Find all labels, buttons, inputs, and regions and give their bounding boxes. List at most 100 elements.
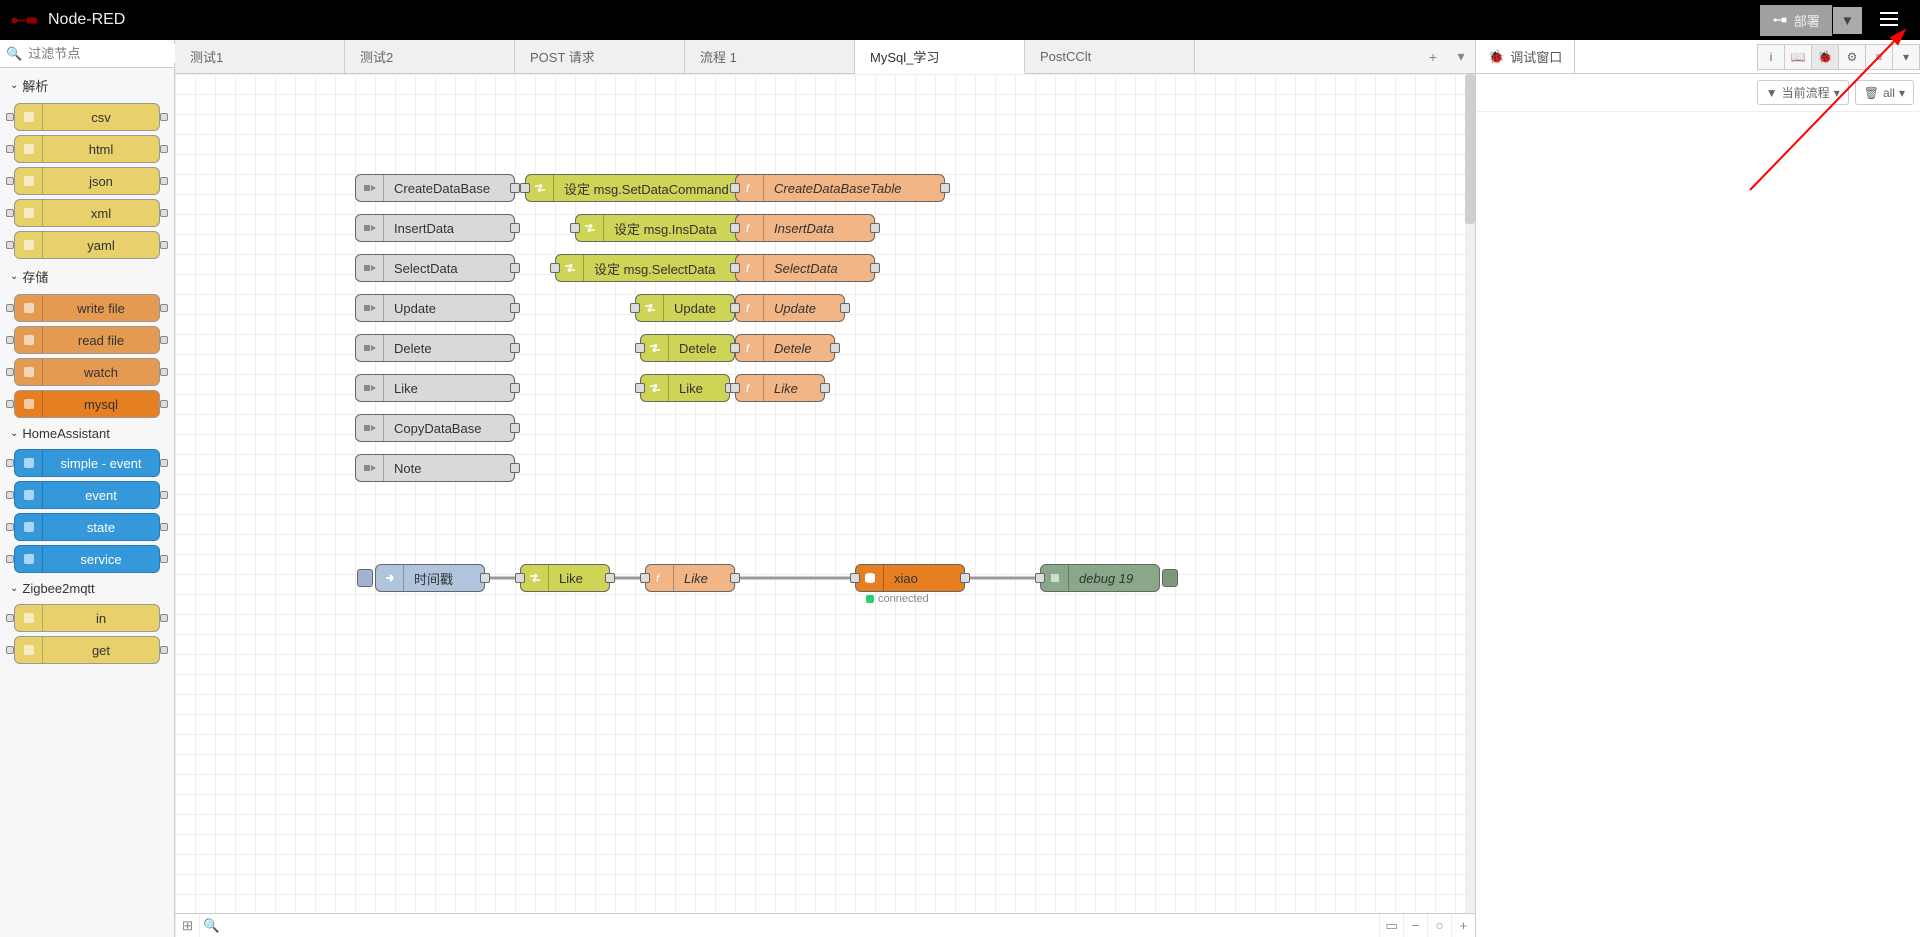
node-port-in[interactable]	[730, 223, 740, 233]
inject-button[interactable]	[357, 569, 373, 587]
main-menu-button[interactable]	[1868, 6, 1910, 35]
palette-node[interactable]: html	[14, 135, 160, 163]
node-port-in[interactable]	[730, 303, 740, 313]
change-node[interactable]: Update	[635, 294, 735, 322]
footer-nav-button[interactable]: ⊞	[175, 914, 199, 937]
change-node[interactable]: 设定 msg.SelectData	[555, 254, 755, 282]
sidebar-tab-debug[interactable]: 🐞 调试窗口	[1476, 40, 1575, 73]
zoom-out-button[interactable]: −	[1403, 914, 1427, 937]
palette-category-header[interactable]: Zigbee2mqtt	[0, 575, 174, 602]
palette-node[interactable]: in	[14, 604, 160, 632]
zoom-in-button[interactable]: +	[1451, 914, 1475, 937]
palette-category-header[interactable]: 解析	[0, 70, 174, 101]
palette-category-header[interactable]: HomeAssistant	[0, 420, 174, 447]
flow-tab[interactable]: 流程 1	[685, 40, 855, 73]
function-node[interactable]: fUpdate	[735, 294, 845, 322]
sidebar-context-button[interactable]: ≡	[1865, 44, 1893, 70]
node-port-out[interactable]	[870, 223, 880, 233]
function-node[interactable]: fDetele	[735, 334, 835, 362]
node-port-out[interactable]	[830, 343, 840, 353]
node-port-out[interactable]	[605, 573, 615, 583]
change-node[interactable]: Like	[640, 374, 730, 402]
node-port-in[interactable]	[550, 263, 560, 273]
debug-filter-button[interactable]: ▼ 当前流程 ▾	[1757, 80, 1849, 105]
node-port-out[interactable]	[510, 183, 520, 193]
palette-node[interactable]: service	[14, 545, 160, 573]
palette-node[interactable]: read file	[14, 326, 160, 354]
sidebar-dropdown-button[interactable]: ▾	[1892, 44, 1920, 70]
node-port-out[interactable]	[940, 183, 950, 193]
inject-node[interactable]: Like	[355, 374, 515, 402]
mysql-node[interactable]: xiaoconnected	[855, 564, 965, 592]
tab-menu-button[interactable]: ▾	[1447, 43, 1475, 71]
change-node[interactable]: Detele	[640, 334, 735, 362]
palette-node[interactable]: xml	[14, 199, 160, 227]
node-port-in[interactable]	[640, 573, 650, 583]
node-port-in[interactable]	[515, 573, 525, 583]
flow-canvas[interactable]: CreateDataBase InsertData SelectData Update…	[175, 74, 1475, 913]
palette-node[interactable]: csv	[14, 103, 160, 131]
function-node[interactable]: fSelectData	[735, 254, 875, 282]
footer-view-button[interactable]: ▭	[1379, 914, 1403, 937]
palette-node[interactable]: watch	[14, 358, 160, 386]
node-port-out[interactable]	[510, 223, 520, 233]
node-port-out[interactable]	[510, 343, 520, 353]
sidebar-info-button[interactable]: i	[1757, 44, 1785, 70]
sidebar-config-button[interactable]: ⚙	[1838, 44, 1866, 70]
palette-node[interactable]: state	[14, 513, 160, 541]
flow-tab[interactable]: POST 请求	[515, 40, 685, 73]
node-port-in[interactable]	[730, 383, 740, 393]
change-node[interactable]: 设定 msg.InsData	[575, 214, 755, 242]
node-port-out[interactable]	[820, 383, 830, 393]
inject-node[interactable]: Update	[355, 294, 515, 322]
palette-node[interactable]: get	[14, 636, 160, 664]
inject-node[interactable]: 时间戳	[375, 564, 485, 592]
footer-search-button[interactable]: 🔍	[199, 914, 223, 937]
function-node[interactable]: fLike	[645, 564, 735, 592]
flow-tab[interactable]: PostCClt	[1025, 40, 1195, 73]
debug-toggle-button[interactable]	[1162, 569, 1178, 587]
canvas-scroll[interactable]: CreateDataBase InsertData SelectData Update…	[175, 74, 1475, 913]
node-port-in[interactable]	[635, 343, 645, 353]
node-port-out[interactable]	[840, 303, 850, 313]
node-port-in[interactable]	[850, 573, 860, 583]
function-node[interactable]: fLike	[735, 374, 825, 402]
node-port-out[interactable]	[510, 463, 520, 473]
debug-node[interactable]: debug 19	[1040, 564, 1160, 592]
node-port-in[interactable]	[730, 263, 740, 273]
node-port-in[interactable]	[635, 383, 645, 393]
inject-node[interactable]: CreateDataBase	[355, 174, 515, 202]
inject-node[interactable]: InsertData	[355, 214, 515, 242]
node-port-in[interactable]	[730, 183, 740, 193]
node-port-out[interactable]	[480, 573, 490, 583]
debug-clear-button[interactable]: 🗑 all ▾	[1855, 80, 1914, 105]
scrollbar-thumb[interactable]	[1465, 74, 1475, 224]
node-port-in[interactable]	[570, 223, 580, 233]
palette-category-header[interactable]: 存储	[0, 261, 174, 292]
zoom-reset-button[interactable]: ○	[1427, 914, 1451, 937]
flow-tab[interactable]: 测试2	[345, 40, 515, 73]
palette-node[interactable]: mysql	[14, 390, 160, 418]
node-port-out[interactable]	[510, 303, 520, 313]
flow-tab[interactable]: 测试1	[175, 40, 345, 73]
palette-node[interactable]: event	[14, 481, 160, 509]
change-node[interactable]: Like	[520, 564, 610, 592]
flow-tab[interactable]: MySql_学习	[855, 40, 1025, 74]
deploy-button[interactable]: 部署	[1760, 5, 1832, 36]
node-port-in[interactable]	[520, 183, 530, 193]
node-port-out[interactable]	[960, 573, 970, 583]
function-node[interactable]: fInsertData	[735, 214, 875, 242]
node-port-out[interactable]	[510, 383, 520, 393]
node-port-in[interactable]	[630, 303, 640, 313]
node-port-out[interactable]	[510, 423, 520, 433]
inject-node[interactable]: CopyDataBase	[355, 414, 515, 442]
inject-node[interactable]: SelectData	[355, 254, 515, 282]
palette-node[interactable]: simple - event	[14, 449, 160, 477]
palette-node[interactable]: write file	[14, 294, 160, 322]
deploy-dropdown[interactable]: ▼	[1833, 7, 1862, 34]
palette-node[interactable]: json	[14, 167, 160, 195]
function-node[interactable]: fCreateDataBaseTable	[735, 174, 945, 202]
node-port-out[interactable]	[870, 263, 880, 273]
node-port-in[interactable]	[1035, 573, 1045, 583]
sidebar-help-button[interactable]: 📖	[1784, 44, 1812, 70]
